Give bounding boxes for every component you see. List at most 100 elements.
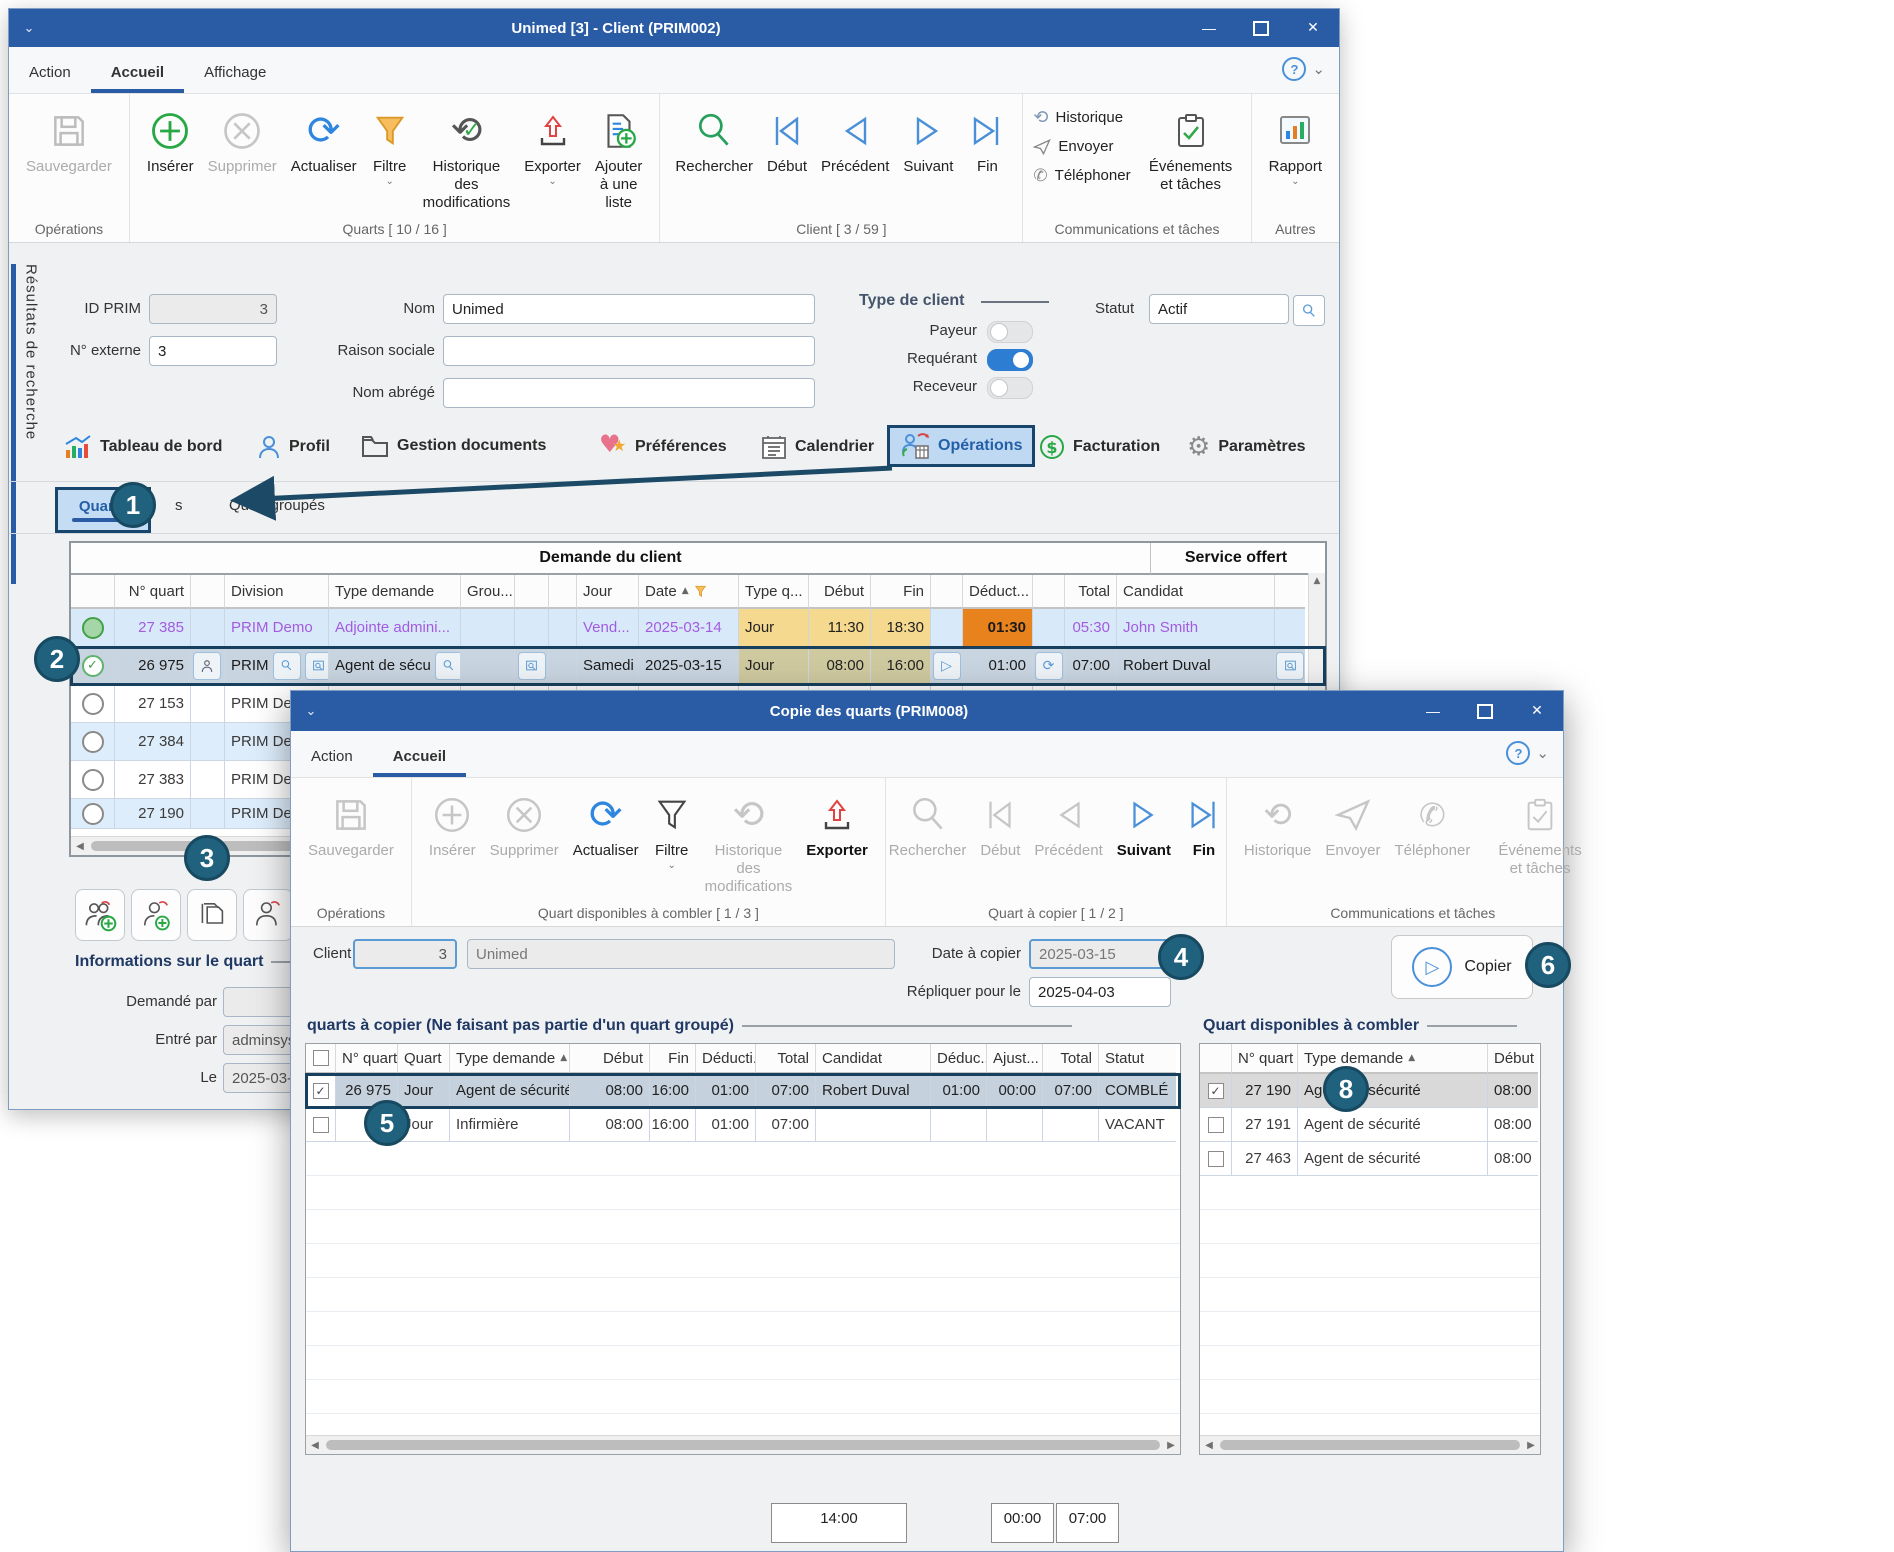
statut-search-button[interactable] (1293, 295, 1325, 326)
assign-candidates-button[interactable] (75, 889, 125, 941)
refresh-button[interactable]: ⟳ Actualiser (566, 786, 646, 862)
close-button[interactable]: ✕ (1287, 9, 1339, 47)
table-row[interactable]: 27 385 PRIM Demo Adjointe admini... Vend… (71, 609, 1325, 647)
copier-button[interactable]: ▷ Copier (1391, 935, 1533, 999)
scroll-up-icon[interactable]: ▲ (1309, 573, 1325, 586)
person-action-button[interactable] (243, 889, 293, 941)
select-all-checkbox[interactable] (313, 1050, 329, 1066)
candidate-person-button[interactable] (193, 652, 221, 680)
minimize-button[interactable]: — (1407, 691, 1459, 731)
row-checkbox[interactable] (1208, 1151, 1224, 1167)
col-fin[interactable]: Fin (650, 1044, 696, 1074)
rapport-button[interactable]: Rapport ⌄ (1262, 102, 1329, 190)
row-checkbox[interactable] (1208, 1117, 1224, 1133)
copy-row-selected[interactable]: ✓ 26 975 Jour Agent de sécurité 08:00 16… (306, 1074, 1180, 1108)
col-num[interactable]: N° quart (1232, 1044, 1298, 1074)
historique-button[interactable]: ⟲ Historique (1237, 786, 1319, 862)
first-button[interactable]: Début (760, 102, 814, 178)
col-debut[interactable]: Début (1488, 1044, 1538, 1074)
events-button[interactable]: Événements et tâches (1491, 786, 1588, 880)
refresh-row-button[interactable]: ⟳ (1035, 652, 1063, 680)
history-modifications-button[interactable]: ⟲ Historique des modifications (698, 786, 800, 898)
row-checkbox-checked[interactable]: ✓ (313, 1083, 329, 1099)
dispo-row[interactable]: 27 463 Agent de sécurité 08:00 (1200, 1142, 1540, 1176)
col-grou[interactable]: Grou... (461, 575, 515, 609)
col-candidat[interactable]: Candidat (1117, 575, 1275, 609)
telephoner-button[interactable]: ✆ Téléphoner (1387, 786, 1477, 862)
division-lookup-button[interactable] (305, 652, 330, 680)
menu-accueil[interactable]: Accueil (91, 54, 184, 93)
raison-field[interactable] (443, 336, 815, 366)
save-button[interactable]: Sauvegarder (301, 786, 401, 862)
tab-parametres[interactable]: ⚙ Paramètres (1187, 434, 1305, 460)
col-type[interactable]: Type demande▲ (450, 1044, 570, 1074)
row-checkbox[interactable] (313, 1117, 329, 1133)
filter-button[interactable]: Filtre ⌄ (646, 786, 698, 874)
events-button[interactable]: Événements et tâches (1141, 102, 1241, 196)
dispo-row[interactable]: 27 191 Agent de sécurité 08:00 (1200, 1108, 1540, 1142)
requerant-toggle[interactable] (987, 349, 1033, 371)
scroll-right-icon[interactable]: ▶ (1522, 1440, 1540, 1451)
filter-button[interactable]: Filtre ⌄ (364, 102, 416, 190)
play-button[interactable]: ▷ (933, 652, 961, 680)
copy-quarts-button[interactable] (187, 889, 237, 941)
col-ajust[interactable]: Ajust... (987, 1044, 1043, 1074)
search-button[interactable]: Rechercher (668, 102, 760, 178)
next-button[interactable]: Suivant (1110, 786, 1178, 862)
copy-hscrollbar[interactable]: ◀ ▶ (306, 1435, 1180, 1454)
nom-field[interactable] (443, 294, 815, 324)
assign-candidate-button[interactable] (131, 889, 181, 941)
subtab-quart-groupes[interactable]: Quart groupés (229, 497, 325, 514)
tab-preferences[interactable]: ♥ ★ Préférences (599, 434, 727, 460)
scroll-right-icon[interactable]: ▶ (1162, 1440, 1180, 1451)
col-statut[interactable]: Statut (1099, 1044, 1176, 1074)
col-deduct[interactable]: Déduct... (963, 575, 1033, 609)
abrege-field[interactable] (443, 378, 815, 408)
tab-documents[interactable]: Gestion documents (361, 434, 546, 458)
ribbon-collapse-icon[interactable]: ⌄ (1312, 60, 1325, 78)
col-num[interactable]: N° quart (115, 575, 191, 609)
menu-action[interactable]: Action (9, 54, 91, 93)
menu-affichage[interactable]: Affichage (184, 54, 286, 93)
col-candidat[interactable]: Candidat (816, 1044, 931, 1074)
maximize-button[interactable] (1235, 9, 1287, 47)
subtab-hidden-fragment[interactable]: s (175, 497, 183, 514)
repliquer-field[interactable] (1029, 977, 1171, 1007)
historique-button[interactable]: ⟲ Historique (1033, 104, 1130, 131)
last-button[interactable]: Fin (1178, 786, 1230, 862)
minimize-button[interactable]: — (1183, 9, 1235, 47)
col-total[interactable]: Total (756, 1044, 816, 1074)
save-button[interactable]: Sauvegarder (19, 102, 119, 178)
receveur-toggle[interactable] (987, 377, 1033, 399)
scroll-left-icon[interactable]: ◀ (306, 1440, 324, 1451)
prev-button[interactable]: Précédent (1027, 786, 1109, 862)
col-type[interactable]: Type demande▲ (1298, 1044, 1488, 1074)
first-button[interactable]: Début (973, 786, 1027, 862)
division-search-button[interactable] (273, 652, 301, 680)
next-button[interactable]: Suivant (896, 102, 960, 178)
envoyer-button[interactable]: Envoyer (1318, 786, 1387, 862)
search-button[interactable]: Rechercher (882, 786, 974, 862)
col-deducti[interactable]: Déducti... (696, 1044, 756, 1074)
copy-row[interactable]: 27 Jour Infirmière 08:00 16:00 01:00 07:… (306, 1108, 1180, 1142)
col-num[interactable]: N° quart (336, 1044, 398, 1074)
col-total[interactable]: Total (1065, 575, 1117, 609)
col-quart[interactable]: Quart (398, 1044, 450, 1074)
group-lookup-button[interactable] (518, 652, 546, 680)
row-checkbox-checked[interactable]: ✓ (1208, 1083, 1224, 1099)
refresh-button[interactable]: ⟳ Actualiser (284, 102, 364, 178)
candidat-lookup-button[interactable] (1276, 652, 1304, 680)
col-debut[interactable]: Début (570, 1044, 650, 1074)
insert-button[interactable]: Insérer (422, 786, 483, 862)
search-results-strip[interactable]: Résultats de recherche (11, 264, 46, 584)
col-division[interactable]: Division (225, 575, 329, 609)
help-icon[interactable]: ? (1506, 741, 1530, 765)
menu-action[interactable]: Action (291, 738, 373, 777)
col-typeq[interactable]: Type q... (739, 575, 809, 609)
col-fin[interactable]: Fin (871, 575, 931, 609)
externe-field[interactable] (149, 336, 277, 366)
scroll-left-icon[interactable]: ◀ (71, 841, 89, 852)
close-button[interactable]: ✕ (1511, 691, 1563, 731)
export-button[interactable]: Exporter ⌄ (517, 102, 588, 190)
table-row-selected[interactable]: ✓ 26 975 PRIM Agent de sécu Samedi 2025-… (71, 647, 1325, 685)
